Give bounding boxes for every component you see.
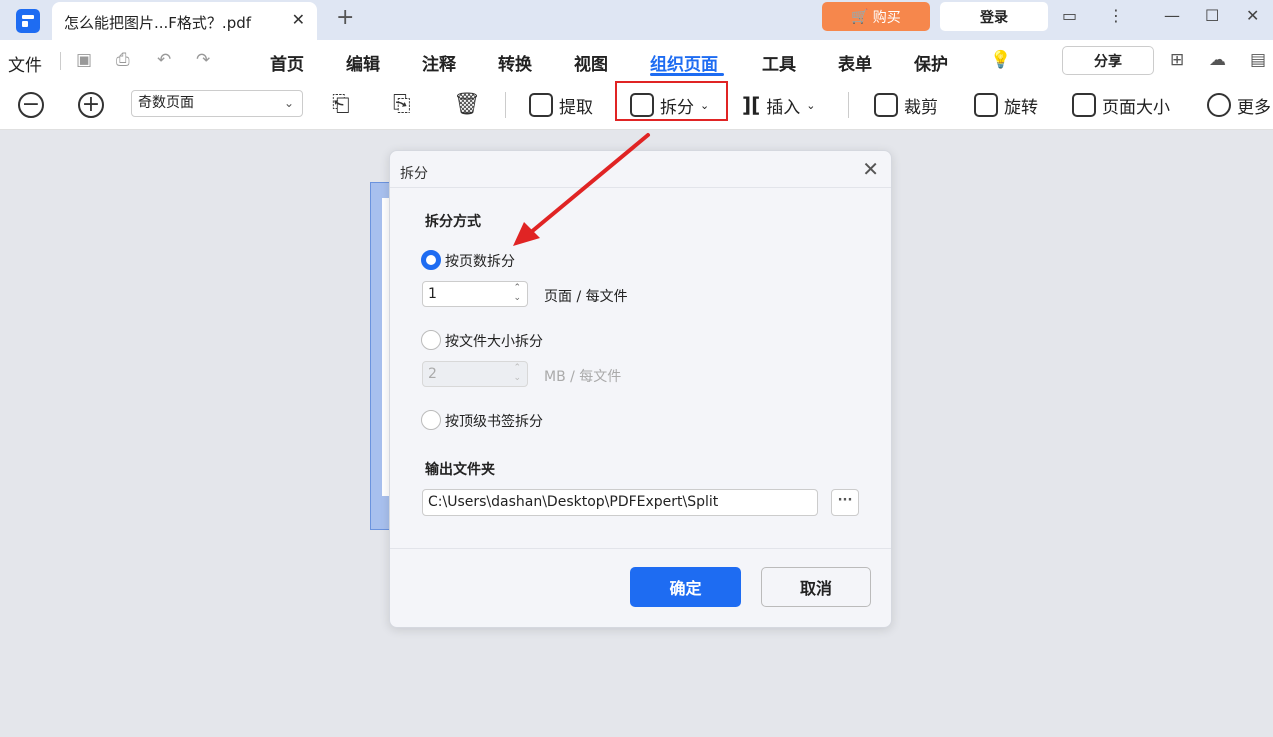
minimize-icon[interactable]: — [1164,6,1180,25]
split-by-size-label[interactable]: 按文件大小拆分 [445,331,543,351]
title-bar: 怎么能把图片...F格式？.pdf ✕ + 🛒 购买 登录 ▭ ⋮ — ☐ ✕ [0,0,1273,40]
lightbulb-icon[interactable]: 💡 [990,50,1011,70]
split-by-pages-label[interactable]: 按页数拆分 [445,251,515,271]
feedback-icon[interactable]: ▭ [1062,6,1077,25]
page-size-label: 页面大小 [1102,97,1170,118]
cart-icon: 🛒 [851,8,869,25]
pages-per-file-value: 1 [428,286,437,302]
panel-icon[interactable]: ▤ [1250,50,1266,70]
stepper-arrows-icon: ⌃ ⌄ [513,363,521,383]
menu-home[interactable]: 首页 [270,50,304,75]
stepper-arrows-icon[interactable]: ⌃ ⌄ [513,283,521,303]
split-highlight-box [615,81,728,121]
crop-icon [874,93,898,117]
tab-close-icon[interactable]: ✕ [292,10,305,29]
split-dialog: 拆分 ✕ 拆分方式 按页数拆分 1 ⌃ ⌄ 页面 / 每文件 按文件大小拆分 2 … [389,150,892,628]
radio-split-by-size[interactable] [421,330,441,350]
rotate-icon [974,93,998,117]
redo-icon[interactable]: ↷ [196,50,210,70]
rotate-button[interactable]: 旋转 [974,90,1038,120]
insert-button[interactable]: ][ 插入 ⌄ [742,90,816,120]
print-icon[interactable]: ⎙ [116,50,130,70]
close-window-icon[interactable]: ✕ [1246,6,1259,25]
menu-protect[interactable]: 保护 [914,50,948,75]
menu-forms[interactable]: 表单 [838,50,872,75]
delete-page-icon[interactable]: 🗑 [453,92,481,117]
ok-button[interactable]: 确定 [630,567,741,607]
insert-label: 插入 [766,97,801,118]
menu-divider [60,52,61,70]
zoom-out-icon[interactable]: − [18,92,44,118]
chevron-down-icon: ⌄ [283,96,294,110]
resize-icon [1072,93,1096,117]
page-filter-select[interactable]: 奇数页面 ⌄ [131,90,303,117]
login-button[interactable]: 登录 [940,2,1048,31]
extract-button[interactable]: 提取 [529,90,593,120]
extract-icon [529,93,553,117]
output-path-input[interactable]: C:\Users\dashan\Desktop\PDFExpert\Split [422,489,818,516]
insert-icon: ][ [742,93,761,117]
size-per-file-value: 2 [428,366,437,382]
radio-split-by-bookmark[interactable] [421,410,441,430]
rotate-label: 旋转 [1004,97,1038,118]
menu-convert[interactable]: 转换 [498,50,532,75]
rotate-right-page-icon[interactable]: ⎘ [393,92,411,117]
dialog-title: 拆分 [400,166,428,182]
new-tab-icon[interactable]: + [336,5,354,30]
browse-button[interactable]: ··· [831,489,859,516]
workflow-icon[interactable]: ⊞ [1170,50,1184,70]
split-method-label: 拆分方式 [425,214,481,230]
split-by-bookmark-label[interactable]: 按顶级书签拆分 [445,411,543,431]
tab-label: 怎么能把图片...F格式？.pdf [64,14,252,32]
app-logo-icon [16,9,40,33]
chevron-down-icon: ⌄ [806,98,816,112]
page-size-button[interactable]: 页面大小 [1072,90,1170,120]
cloud-upload-icon[interactable]: ☁ [1209,50,1226,70]
zoom-in-icon[interactable]: + [78,92,104,118]
save-icon[interactable]: ▣ [76,50,92,70]
more-button[interactable]: 更多 [1207,90,1271,120]
page-filter-value: 奇数页面 [138,95,194,111]
size-unit-label: MB / 每文件 [544,369,622,385]
dialog-footer-divider [390,548,891,549]
close-icon[interactable]: ✕ [862,157,879,181]
more-icon [1207,93,1231,117]
buy-button[interactable]: 🛒 购买 [822,2,930,31]
maximize-icon[interactable]: ☐ [1205,6,1219,25]
crop-label: 裁剪 [904,97,938,118]
more-options-icon[interactable]: ⋮ [1108,6,1124,25]
crop-button[interactable]: 裁剪 [874,90,938,120]
dialog-divider [390,187,891,188]
pages-per-file-input[interactable]: 1 ⌃ ⌄ [422,281,528,307]
menu-annotate[interactable]: 注释 [422,50,456,75]
toolbar-divider [848,92,849,118]
menu-tools[interactable]: 工具 [762,50,796,75]
buy-label: 购买 [872,9,901,26]
menu-organize-pages[interactable]: 组织页面 [650,50,718,75]
cancel-button[interactable]: 取消 [761,567,871,607]
menu-file[interactable]: 文件 [8,51,42,76]
menu-edit[interactable]: 编辑 [346,50,380,75]
radio-split-by-pages[interactable] [421,250,441,270]
rotate-left-page-icon[interactable]: ⎗ [332,92,350,117]
menu-view[interactable]: 视图 [574,50,608,75]
output-folder-label: 输出文件夹 [425,462,495,478]
undo-icon[interactable]: ↶ [157,50,171,70]
extract-label: 提取 [559,97,593,118]
pages-unit-label: 页面 / 每文件 [544,289,628,305]
share-button[interactable]: 分享 [1062,46,1154,75]
toolbar-divider [505,92,506,118]
document-tab[interactable]: 怎么能把图片...F格式？.pdf ✕ [52,2,317,40]
menu-bar: 文件 ▣ ⎙ ↶ ↷ 首页 编辑 注释 转换 视图 组织页面 工具 表单 保护 … [0,40,1273,82]
size-per-file-input: 2 ⌃ ⌄ [422,361,528,387]
more-label: 更多 [1237,97,1271,118]
active-menu-underline [650,73,724,76]
